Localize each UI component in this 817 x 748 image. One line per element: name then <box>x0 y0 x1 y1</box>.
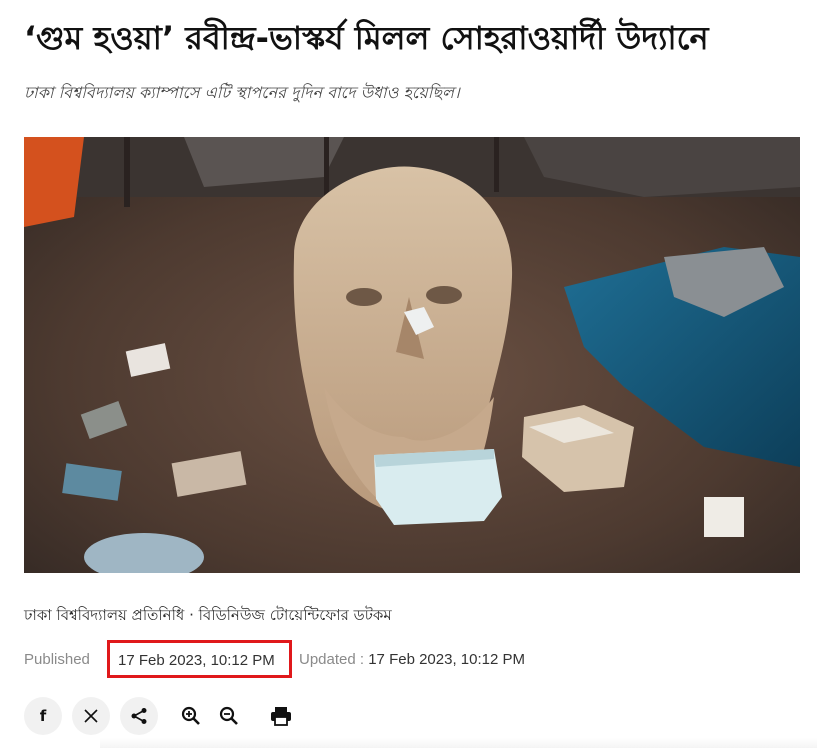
share-toolbar: f <box>24 696 296 736</box>
updated-label: Updated : <box>299 651 365 668</box>
zoom-in-icon <box>181 706 200 725</box>
article-page: ‘গুম হওয়া’ রবীন্দ্র-ভাস্কর্য মিলল সোহরা… <box>0 0 817 748</box>
updated-timestamp: Updated : 17 Feb 2023, 10:12 PM <box>299 648 525 672</box>
share-icon <box>131 708 147 724</box>
facebook-share-button[interactable]: f <box>24 697 62 735</box>
facebook-icon: f <box>39 707 47 725</box>
published-label: Published <box>24 651 90 668</box>
zoom-out-button[interactable] <box>214 697 244 735</box>
article-headline: ‘গুম হওয়া’ রবীন্দ্র-ভাস্কর্য মিলল সোহরা… <box>24 19 709 57</box>
x-icon <box>84 709 98 723</box>
article-photo[interactable] <box>24 137 800 573</box>
updated-value: 17 Feb 2023, 10:12 PM <box>368 651 525 668</box>
share-button[interactable] <box>120 697 158 735</box>
bottom-divider <box>100 738 817 748</box>
zoom-out-icon <box>219 706 238 725</box>
article-timestamps: Published 17 Feb 2023, 10:12 PM Updated … <box>24 640 525 678</box>
published-timestamp-highlighted: 17 Feb 2023, 10:12 PM <box>107 640 292 678</box>
article-subheadline: ঢাকা বিশ্ববিদ্যালয় ক্যাম্পাসে এটি স্থাপ… <box>24 83 460 102</box>
sculpture-photo-illustration <box>24 137 800 573</box>
zoom-in-button[interactable] <box>176 697 206 735</box>
print-icon <box>271 707 291 726</box>
article-byline: ঢাকা বিশ্ববিদ্যালয় প্রতিনিধি · বিডিনিউজ… <box>24 606 392 624</box>
print-button[interactable] <box>266 697 296 735</box>
x-share-button[interactable] <box>72 697 110 735</box>
